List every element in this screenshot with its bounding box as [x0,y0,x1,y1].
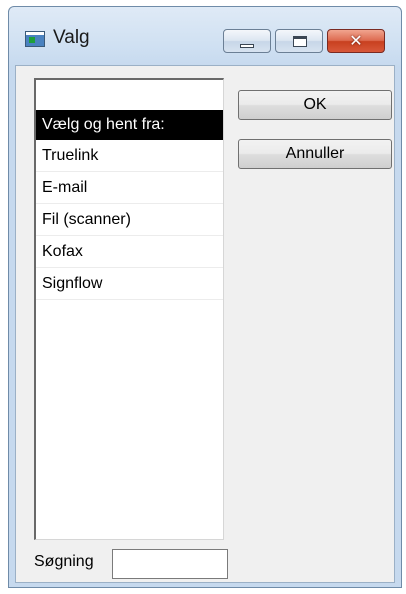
close-button[interactable]: ✕ [327,29,385,53]
search-label: Søgning [34,553,94,570]
search-input[interactable] [112,549,228,579]
minimize-icon [240,44,254,48]
list-item-signflow[interactable]: Signflow [36,268,223,300]
title-bar[interactable]: Valg ✕ [9,7,401,65]
maximize-button[interactable] [275,29,323,53]
window-title: Valg [53,27,90,48]
list-item-file-scanner[interactable]: Fil (scanner) [36,204,223,236]
dialog-body: Vælg og hent fra: Truelink E-mail Fil (s… [15,65,395,583]
close-icon: ✕ [349,31,363,50]
ok-button[interactable]: OK [238,90,392,120]
list-blank-row [36,80,223,110]
maximize-icon [293,36,307,47]
cancel-button[interactable]: Annuller [238,139,392,169]
list-item-truelink[interactable]: Truelink [36,140,223,172]
source-listbox[interactable]: Vælg og hent fra: Truelink E-mail Fil (s… [34,78,224,540]
list-item-email[interactable]: E-mail [36,172,223,204]
dialog-window: Valg ✕ Vælg og hent fra: Truelink E-mail… [8,6,402,588]
list-item-kofax[interactable]: Kofax [36,236,223,268]
list-header-selected[interactable]: Vælg og hent fra: [36,110,223,140]
minimize-button[interactable] [223,29,271,53]
app-window-icon [25,31,45,47]
